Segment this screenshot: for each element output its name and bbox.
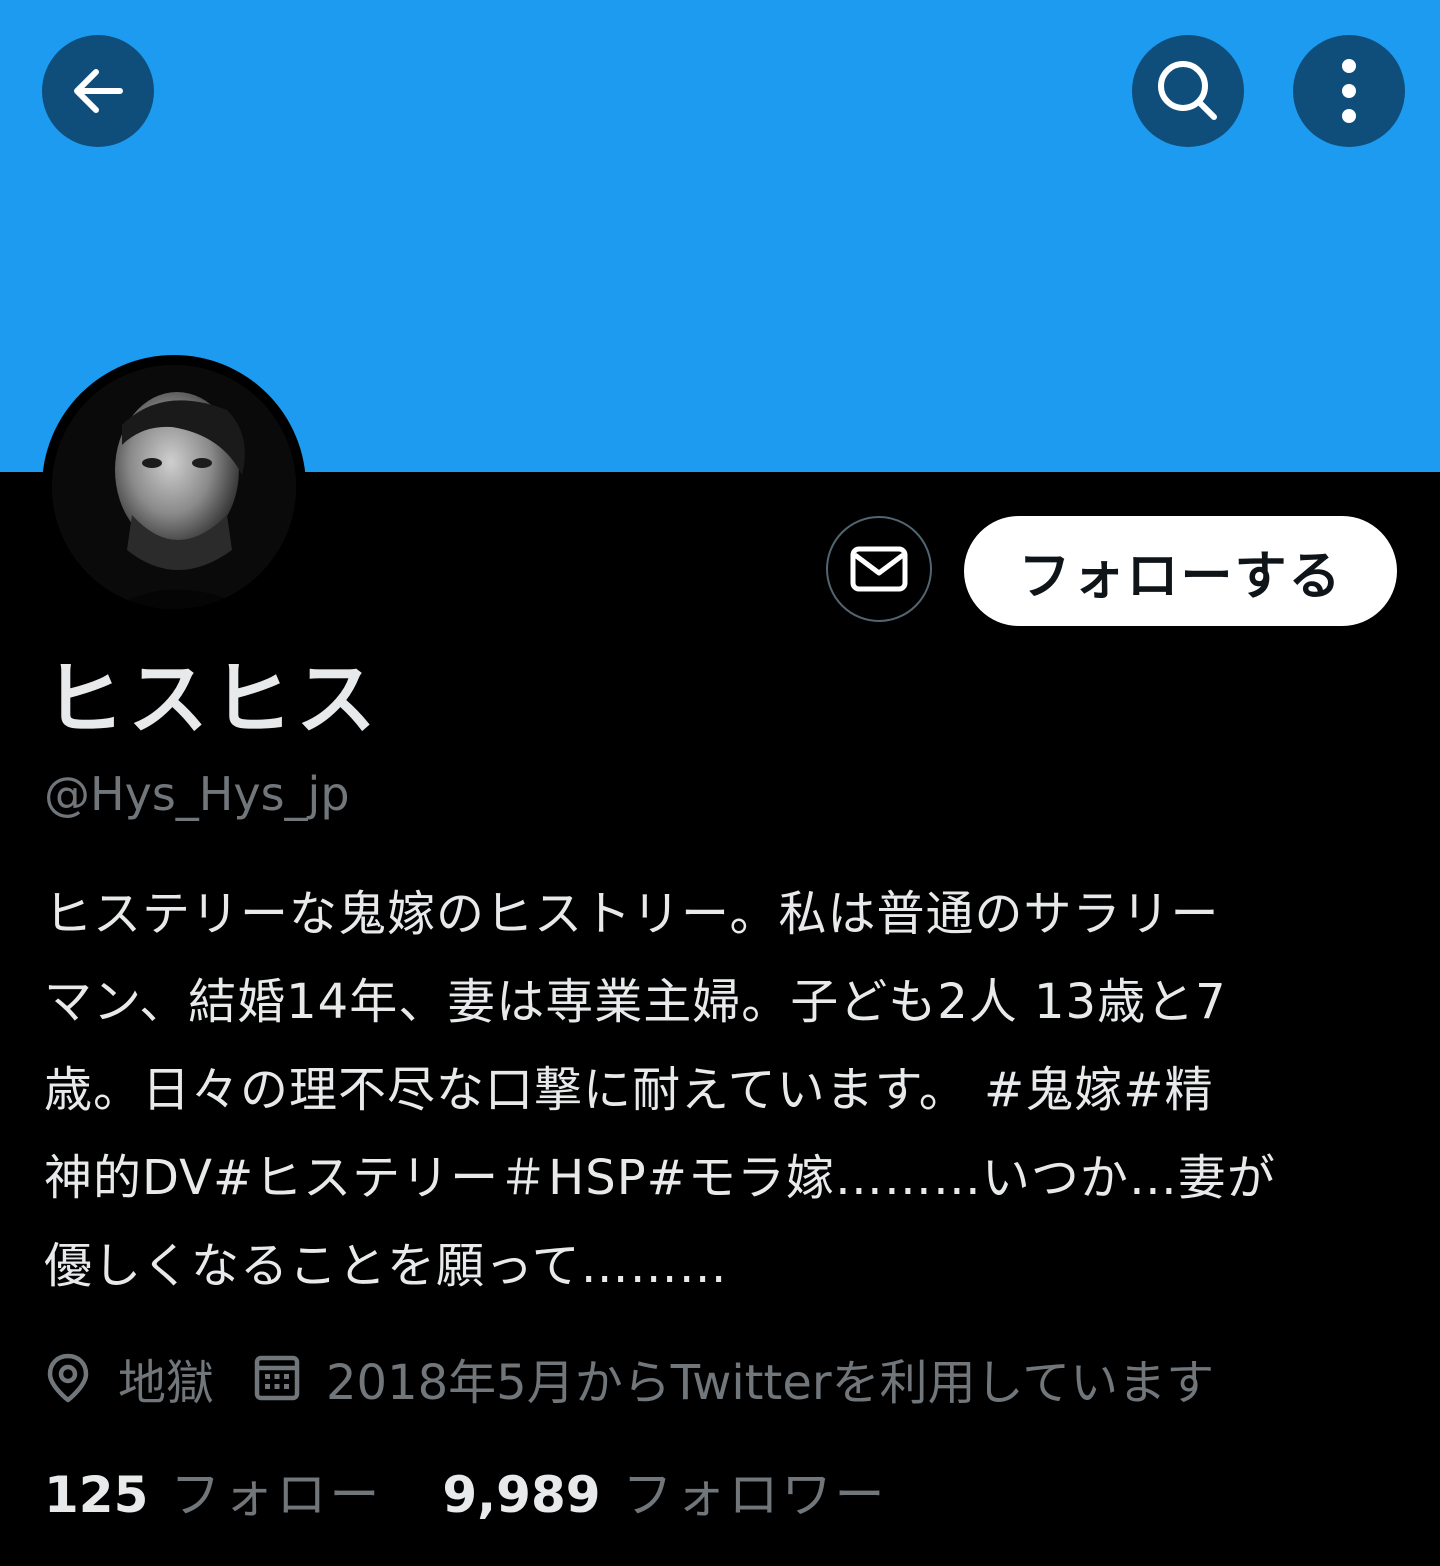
following-count: 125	[44, 1466, 149, 1524]
following-label: フォロー	[170, 1466, 383, 1524]
follow-button-label: フォローする	[1018, 546, 1343, 607]
followers-label: フォロワー	[622, 1466, 888, 1524]
more-options-button[interactable]	[1293, 35, 1405, 147]
search-button[interactable]	[1132, 35, 1244, 147]
more-vertical-icon	[1342, 59, 1356, 123]
envelope-icon	[850, 546, 908, 592]
location-text: 地獄	[118, 1355, 215, 1411]
joined-text: 2018年5月からTwitterを利用しています	[326, 1355, 1215, 1411]
profile-bio: ヒステリーな鬼嫁のヒストリー。私は普通のサラリー マン、結婚14年、妻は専業主婦…	[44, 886, 1276, 1294]
message-button[interactable]	[826, 516, 932, 622]
location-item: 地獄	[44, 1343, 214, 1413]
followers-count: 9,989	[442, 1466, 601, 1524]
joined-item: 2018年5月からTwitterを利用しています	[254, 1343, 1214, 1413]
search-icon	[1158, 61, 1217, 120]
avatar[interactable]	[42, 355, 306, 619]
display-name: ヒスヒス	[44, 653, 380, 746]
profile-stats: 125 フォロー 9,989 フォロワー	[44, 1455, 948, 1527]
profile-meta: 地獄 2018年5月からTwitterを利用しています	[44, 1340, 1254, 1416]
location-pin-icon	[47, 1353, 89, 1403]
follow-button[interactable]: フォローする	[964, 516, 1397, 626]
calendar-icon	[254, 1355, 300, 1401]
back-button[interactable]	[42, 35, 154, 147]
following-stat[interactable]: 125 フォロー	[44, 1455, 382, 1527]
followers-stat[interactable]: 9,989 フォロワー	[442, 1455, 887, 1527]
avatar-photo	[52, 365, 296, 609]
arrow-left-icon	[74, 69, 123, 113]
user-handle: @Hys_Hys_jp	[44, 767, 350, 821]
